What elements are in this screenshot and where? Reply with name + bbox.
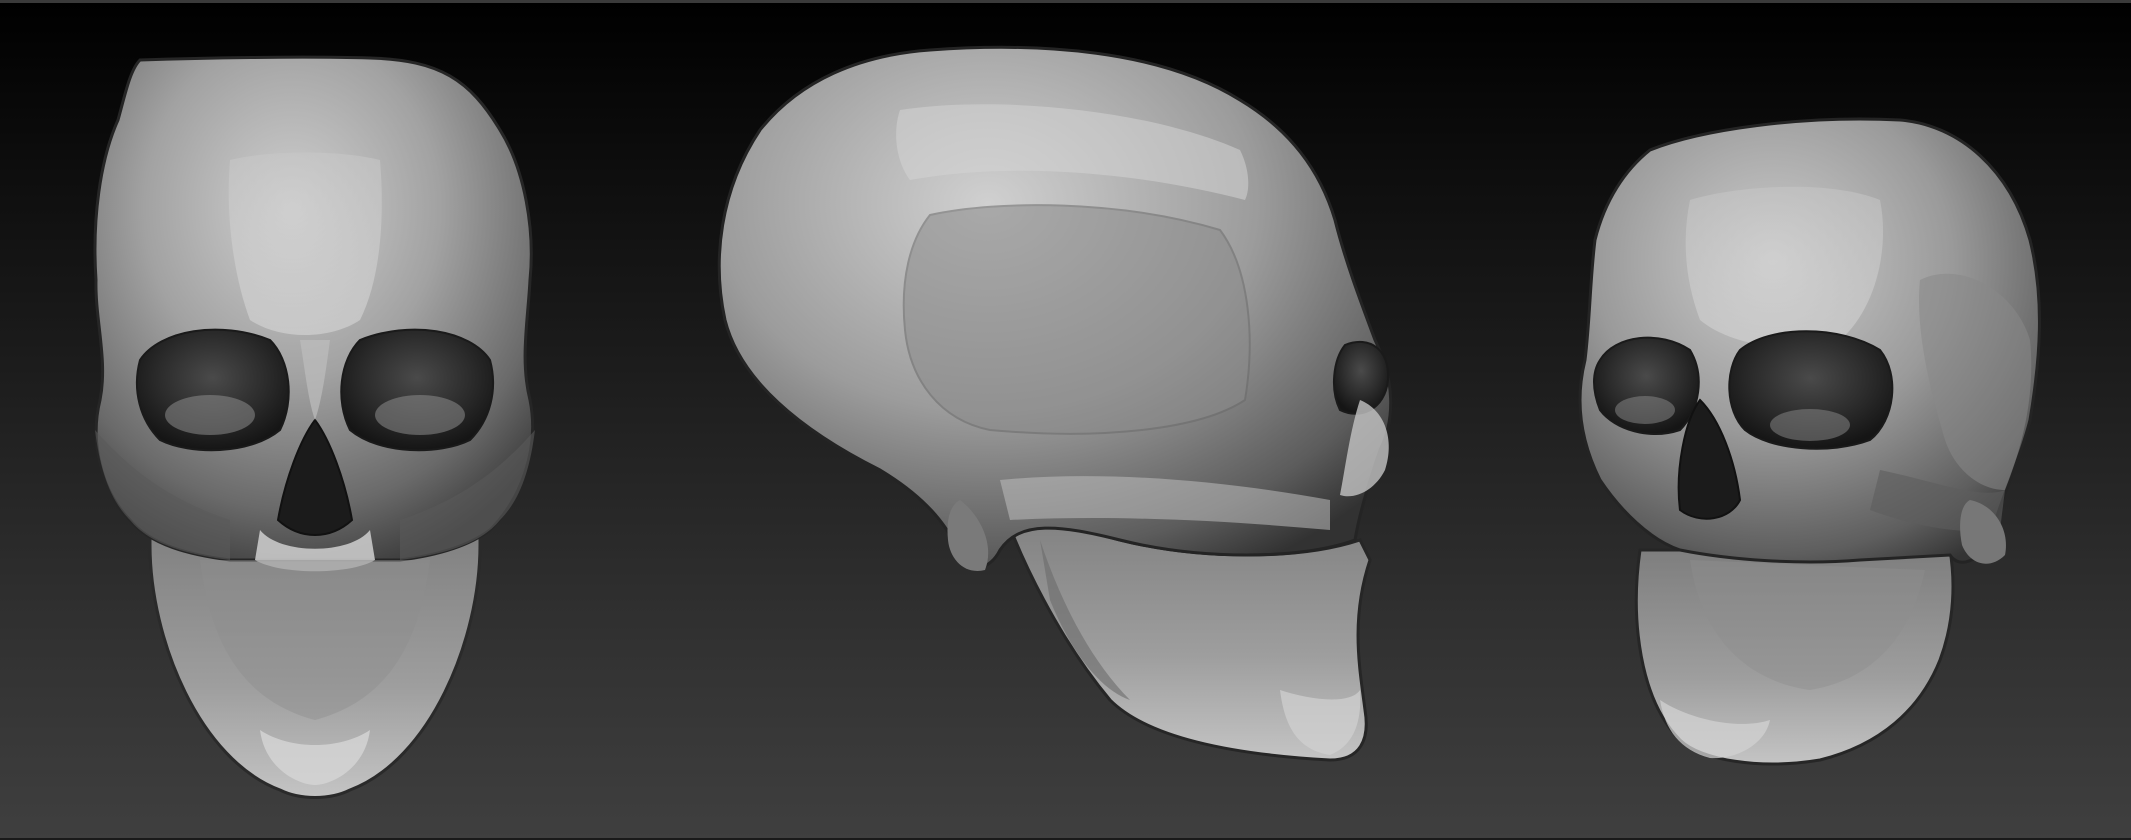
skull-front-view [93, 55, 535, 799]
skull-renders [93, 45, 2041, 799]
3d-viewport[interactable] [0, 0, 2131, 840]
skull-three-quarter-view [1578, 117, 2041, 766]
skull-side-view [717, 45, 1393, 762]
